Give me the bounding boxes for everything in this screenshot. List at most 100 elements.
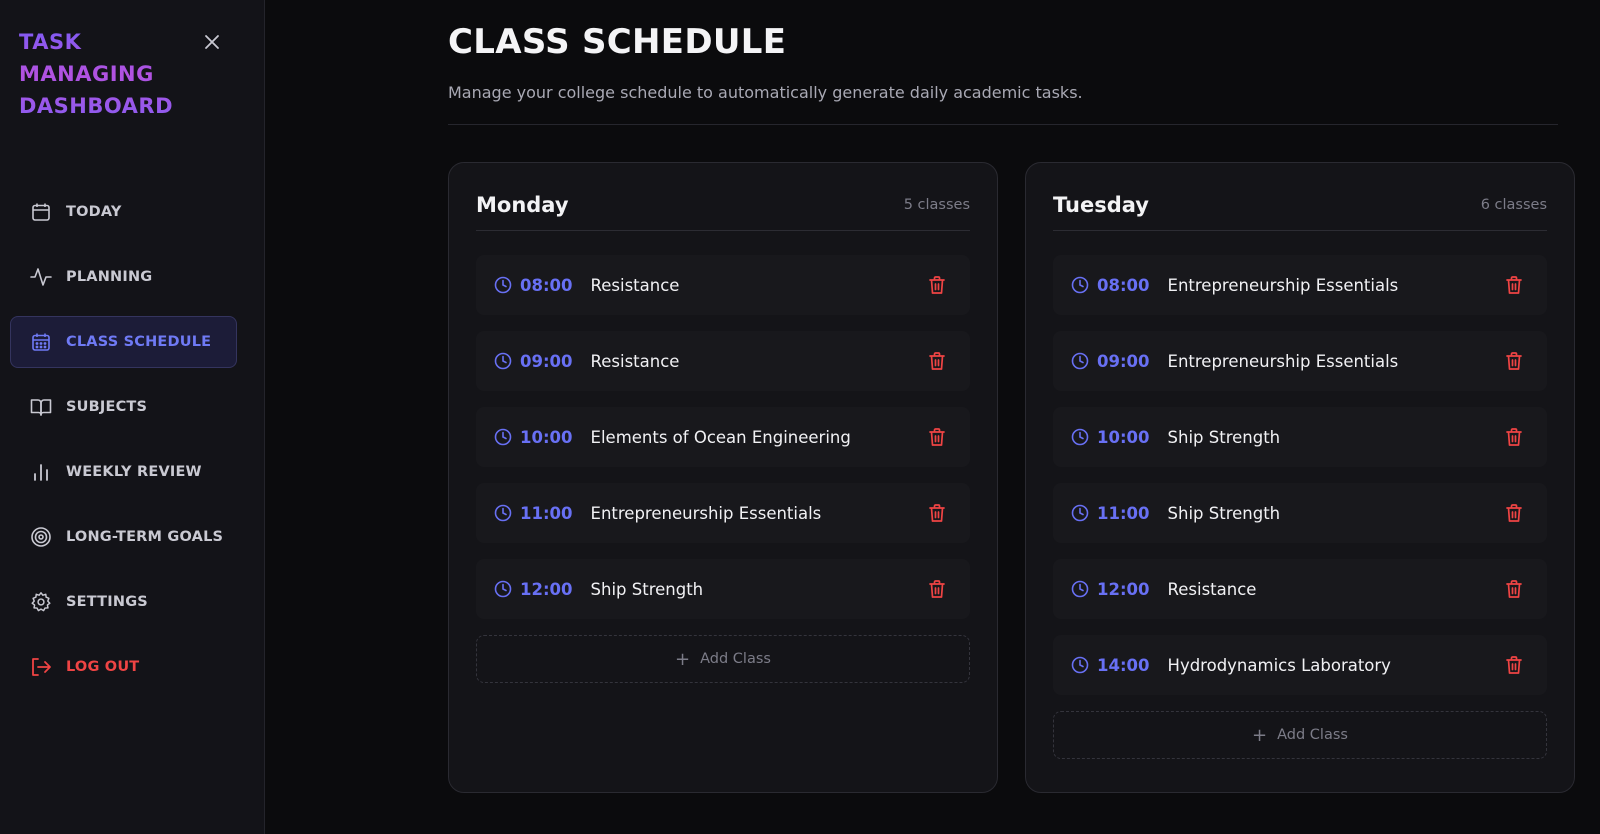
class-item[interactable]: 09:00 Resistance xyxy=(476,331,970,391)
plus-icon: + xyxy=(675,648,691,670)
class-item[interactable]: 11:00 Ship Strength xyxy=(1053,483,1547,543)
sidebar: TASK MANAGING DASHBOARD TODAY PLANNING C… xyxy=(0,0,265,834)
clock-icon xyxy=(494,276,512,294)
class-subject: Resistance xyxy=(590,275,680,295)
header-divider xyxy=(448,124,1558,125)
day-name: Tuesday xyxy=(1053,192,1149,217)
sidebar-item-planning[interactable]: PLANNING xyxy=(10,251,237,303)
trash-icon[interactable] xyxy=(1505,275,1523,295)
calendar-icon xyxy=(30,201,52,223)
day-header: Tuesday 6 classes xyxy=(1053,191,1547,231)
sidebar-item-label: SETTINGS xyxy=(66,594,148,610)
day-header: Monday 5 classes xyxy=(476,191,970,231)
day-name: Monday xyxy=(476,192,569,217)
class-time: 12:00 xyxy=(1097,579,1150,599)
class-time: 08:00 xyxy=(520,275,573,295)
trash-icon[interactable] xyxy=(1505,351,1523,371)
trash-icon[interactable] xyxy=(1505,503,1523,523)
class-time: 09:00 xyxy=(1097,351,1150,371)
sidebar-item-label: CLASS SCHEDULE xyxy=(66,334,212,350)
close-sidebar-button[interactable] xyxy=(200,30,224,54)
sidebar-item-label: SUBJECTS xyxy=(66,399,148,415)
trash-icon[interactable] xyxy=(1505,427,1523,447)
app-root: TASK MANAGING DASHBOARD TODAY PLANNING C… xyxy=(0,0,1600,834)
brand-line: MANAGING xyxy=(19,62,154,86)
class-time: 08:00 xyxy=(1097,275,1150,295)
class-item[interactable]: 12:00 Ship Strength xyxy=(476,559,970,619)
class-subject: Resistance xyxy=(590,351,680,371)
logout-button[interactable]: LOG OUT xyxy=(10,641,237,693)
page-subtitle: Manage your college schedule to automati… xyxy=(448,83,1083,102)
sidebar-item-today[interactable]: TODAY xyxy=(10,186,237,238)
class-time: 10:00 xyxy=(1097,427,1150,447)
target-icon xyxy=(30,526,52,548)
class-count: 5 classes xyxy=(903,196,970,213)
class-item[interactable]: 10:00 Elements of Ocean Engineering xyxy=(476,407,970,467)
class-list: 08:00 Entrepreneurship Essentials 09:00 … xyxy=(1053,255,1547,759)
class-subject: Entrepreneurship Essentials xyxy=(1167,275,1399,295)
logout-icon xyxy=(30,656,52,678)
class-item[interactable]: 10:00 Ship Strength xyxy=(1053,407,1547,467)
class-time: 11:00 xyxy=(520,503,573,523)
book-icon xyxy=(30,396,52,418)
sidebar-item-settings[interactable]: SETTINGS xyxy=(10,576,237,628)
trash-icon[interactable] xyxy=(928,579,946,599)
trash-icon[interactable] xyxy=(1505,579,1523,599)
sidebar-item-class-schedule[interactable]: CLASS SCHEDULE xyxy=(10,316,237,368)
add-class-label: Add Class xyxy=(1277,727,1348,743)
class-subject: Entrepreneurship Essentials xyxy=(1167,351,1399,371)
plus-icon: + xyxy=(1252,724,1268,746)
add-class-button[interactable]: + Add Class xyxy=(476,635,970,683)
add-class-button[interactable]: + Add Class xyxy=(1053,711,1547,759)
class-subject: Ship Strength xyxy=(1167,503,1281,523)
class-time: 14:00 xyxy=(1097,655,1150,675)
brand-line: DASHBOARD xyxy=(19,94,174,118)
trash-icon[interactable] xyxy=(928,503,946,523)
class-subject: Ship Strength xyxy=(1167,427,1281,447)
trash-icon[interactable] xyxy=(928,275,946,295)
clock-icon xyxy=(1071,504,1089,522)
sidebar-item-long-term-goals[interactable]: LONG-TERM GOALS xyxy=(10,511,237,563)
bar-chart-icon xyxy=(30,461,52,483)
sidebar-item-label: LONG-TERM GOALS xyxy=(66,529,224,545)
clock-icon xyxy=(494,504,512,522)
day-card-monday: Monday 5 classes 08:00 Resistance 09:00 … xyxy=(448,162,998,793)
calendar-grid-icon xyxy=(30,331,52,353)
class-item[interactable]: 14:00 Hydrodynamics Laboratory xyxy=(1053,635,1547,695)
trash-icon[interactable] xyxy=(928,351,946,371)
sidebar-item-weekly-review[interactable]: WEEKLY REVIEW xyxy=(10,446,237,498)
class-subject: Entrepreneurship Essentials xyxy=(590,503,822,523)
sidebar-nav: TODAY PLANNING CLASS SCHEDULE SUBJECTS W… xyxy=(10,186,237,706)
sidebar-item-label: TODAY xyxy=(66,204,122,220)
brand-logo: TASK MANAGING DASHBOARD xyxy=(19,26,173,122)
close-icon xyxy=(205,35,219,49)
sidebar-item-label: WEEKLY REVIEW xyxy=(66,464,202,480)
class-list: 08:00 Resistance 09:00 Resistance 10:00 … xyxy=(476,255,970,683)
gear-icon xyxy=(30,591,52,613)
class-item[interactable]: 08:00 Entrepreneurship Essentials xyxy=(1053,255,1547,315)
logout-label: LOG OUT xyxy=(66,659,140,675)
day-card-tuesday: Tuesday 6 classes 08:00 Entrepreneurship… xyxy=(1025,162,1575,793)
page-title: CLASS SCHEDULE xyxy=(448,22,787,62)
class-item[interactable]: 12:00 Resistance xyxy=(1053,559,1547,619)
clock-icon xyxy=(1071,276,1089,294)
sidebar-item-label: PLANNING xyxy=(66,269,153,285)
class-subject: Hydrodynamics Laboratory xyxy=(1167,655,1391,675)
class-item[interactable]: 08:00 Resistance xyxy=(476,255,970,315)
class-item[interactable]: 09:00 Entrepreneurship Essentials xyxy=(1053,331,1547,391)
class-time: 12:00 xyxy=(520,579,573,599)
clock-icon xyxy=(1071,352,1089,370)
trash-icon[interactable] xyxy=(1505,655,1523,675)
class-time: 10:00 xyxy=(520,427,573,447)
clock-icon xyxy=(494,352,512,370)
class-time: 11:00 xyxy=(1097,503,1150,523)
clock-icon xyxy=(1071,656,1089,674)
clock-icon xyxy=(1071,580,1089,598)
clock-icon xyxy=(494,580,512,598)
class-count: 6 classes xyxy=(1480,196,1547,213)
class-subject: Ship Strength xyxy=(590,579,704,599)
sidebar-item-subjects[interactable]: SUBJECTS xyxy=(10,381,237,433)
class-time: 09:00 xyxy=(520,351,573,371)
trash-icon[interactable] xyxy=(928,427,946,447)
class-item[interactable]: 11:00 Entrepreneurship Essentials xyxy=(476,483,970,543)
